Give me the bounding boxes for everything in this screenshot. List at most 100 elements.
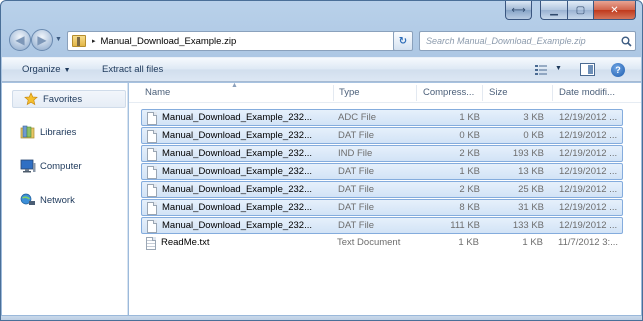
extract-all-button[interactable]: Extract all files (102, 64, 163, 75)
computer-icon (20, 159, 36, 173)
sidebar-item-computer[interactable]: Computer (10, 157, 126, 175)
zip-folder-icon (72, 35, 86, 47)
table-row[interactable]: Manual_Download_Example_232... DAT File … (141, 163, 623, 180)
libraries-icon (20, 125, 36, 139)
sidebar-item-label: Network (40, 194, 75, 206)
views-dropdown-icon[interactable]: ▼ (555, 65, 562, 72)
forward-button[interactable]: ▶ (31, 29, 53, 51)
file-type: ADC File (338, 112, 377, 123)
back-arrow-icon: ◀ (15, 33, 25, 47)
search-icon[interactable] (617, 36, 635, 47)
change-view-icon[interactable] (534, 63, 548, 77)
sidebar-item-favorites[interactable]: Favorites (12, 90, 126, 108)
navigation-bar: ◀ ▶ ▼ ▸ Manual_Download_Example.zip ▼ ↻ … (1, 25, 642, 55)
file-type: DAT File (338, 220, 375, 231)
file-size: 25 KB (518, 184, 544, 195)
column-header-type[interactable]: Type (339, 87, 360, 98)
search-box[interactable]: Search Manual_Download_Example.zip (419, 31, 636, 51)
file-icon (147, 148, 157, 161)
column-header-date-modified[interactable]: Date modifi... (559, 87, 615, 98)
refresh-icon: ↻ (398, 35, 408, 47)
table-row[interactable]: Manual_Download_Example_232... DAT File … (141, 199, 623, 216)
file-type: DAT File (338, 166, 375, 177)
help-icon[interactable]: ? (611, 63, 625, 77)
file-date-modified: 12/19/2012 ... (559, 202, 618, 213)
organize-menu-button[interactable]: Organize ▼ (22, 64, 71, 75)
chevron-down-icon: ▼ (63, 67, 71, 74)
file-size: 1 KB (522, 237, 543, 248)
column-divider[interactable] (482, 85, 483, 101)
table-row[interactable]: Manual_Download_Example_232... ADC File … (141, 109, 623, 126)
file-name: Manual_Download_Example_232... (162, 112, 312, 123)
file-name: Manual_Download_Example_232... (162, 220, 312, 231)
column-header-row: ▲ Name Type Compress... Size Date modifi… (129, 82, 641, 103)
column-header-compressed[interactable]: Compress... (423, 87, 474, 98)
breadcrumb-current[interactable]: Manual_Download_Example.zip (101, 36, 397, 47)
recent-pages-dropdown-icon[interactable]: ▼ (55, 36, 62, 43)
bottom-frame (1, 316, 642, 320)
file-icon (147, 166, 157, 179)
file-icon (147, 184, 157, 197)
refresh-button[interactable]: ↻ (393, 31, 413, 51)
file-type: DAT File (338, 130, 375, 141)
file-date-modified: 12/19/2012 ... (559, 112, 618, 123)
forward-arrow-icon: ▶ (37, 33, 47, 47)
table-row[interactable]: Manual_Download_Example_232... DAT File … (141, 217, 623, 234)
file-size: 0 KB (523, 130, 544, 141)
column-divider[interactable] (416, 85, 417, 101)
address-bar[interactable]: ▸ Manual_Download_Example.zip ▼ (67, 31, 412, 51)
file-size: 13 KB (518, 166, 544, 177)
file-type: Text Document (337, 237, 401, 248)
sort-ascending-icon: ▲ (231, 82, 238, 89)
network-icon (20, 193, 36, 207)
file-name: ReadMe.txt (161, 237, 210, 248)
star-icon (23, 92, 39, 106)
sidebar-item-label: Computer (40, 160, 82, 172)
file-compressed-size: 2 KB (459, 184, 480, 195)
file-name: Manual_Download_Example_232... (162, 202, 312, 213)
sidebar-item-label: Favorites (43, 93, 83, 105)
resize-toggle-button[interactable]: ⟷ (505, 1, 532, 20)
file-type: IND File (338, 148, 373, 159)
explorer-window: ⟷ ▁ ▢ ✕ ◀ ▶ ▼ ▸ Manual_Download_Example.… (0, 0, 643, 321)
maximize-button[interactable]: ▢ (567, 1, 593, 20)
text-file-icon (146, 237, 156, 250)
minimize-button[interactable]: ▁ (540, 1, 567, 20)
table-row[interactable]: Manual_Download_Example_232... DAT File … (141, 127, 623, 144)
file-list: ▲ Name Type Compress... Size Date modifi… (129, 82, 641, 315)
table-row[interactable]: Manual_Download_Example_232... IND File … (141, 145, 623, 162)
breadcrumb-separator-icon[interactable]: ▸ (92, 37, 96, 45)
file-compressed-size: 0 KB (459, 130, 480, 141)
file-compressed-size: 1 KB (459, 166, 480, 177)
file-date-modified: 12/19/2012 ... (559, 166, 618, 177)
table-row[interactable]: ReadMe.txt Text Document 1 KB 1 KB 11/7/… (141, 235, 623, 252)
column-header-name[interactable]: Name (145, 87, 170, 98)
sidebar-item-libraries[interactable]: Libraries (10, 123, 126, 141)
back-button[interactable]: ◀ (9, 29, 31, 51)
file-icon (147, 112, 157, 125)
column-divider[interactable] (552, 85, 553, 101)
file-name: Manual_Download_Example_232... (162, 148, 312, 159)
file-type: DAT File (338, 202, 375, 213)
organize-label: Organize (22, 64, 61, 75)
table-row[interactable]: Manual_Download_Example_232... DAT File … (141, 181, 623, 198)
column-divider[interactable] (333, 85, 334, 101)
file-compressed-size: 111 KB (450, 220, 480, 231)
file-compressed-size: 8 KB (459, 202, 480, 213)
sidebar-item-network[interactable]: Network (10, 191, 126, 209)
file-name: Manual_Download_Example_232... (162, 130, 312, 141)
preview-pane-icon[interactable] (580, 63, 595, 76)
file-name: Manual_Download_Example_232... (162, 166, 312, 177)
file-size: 133 KB (512, 220, 544, 231)
file-type: DAT File (338, 184, 375, 195)
sidebar-item-label: Libraries (40, 126, 77, 138)
file-size: 31 KB (518, 202, 544, 213)
column-header-size[interactable]: Size (489, 87, 507, 98)
file-date-modified: 12/19/2012 ... (559, 220, 618, 231)
file-icon (147, 202, 157, 215)
close-button[interactable]: ✕ (593, 1, 636, 20)
search-input[interactable]: Search Manual_Download_Example.zip (420, 36, 617, 46)
file-icon (147, 220, 157, 233)
file-date-modified: 11/7/2012 3:... (558, 237, 619, 248)
file-compressed-size: 1 KB (459, 112, 480, 123)
